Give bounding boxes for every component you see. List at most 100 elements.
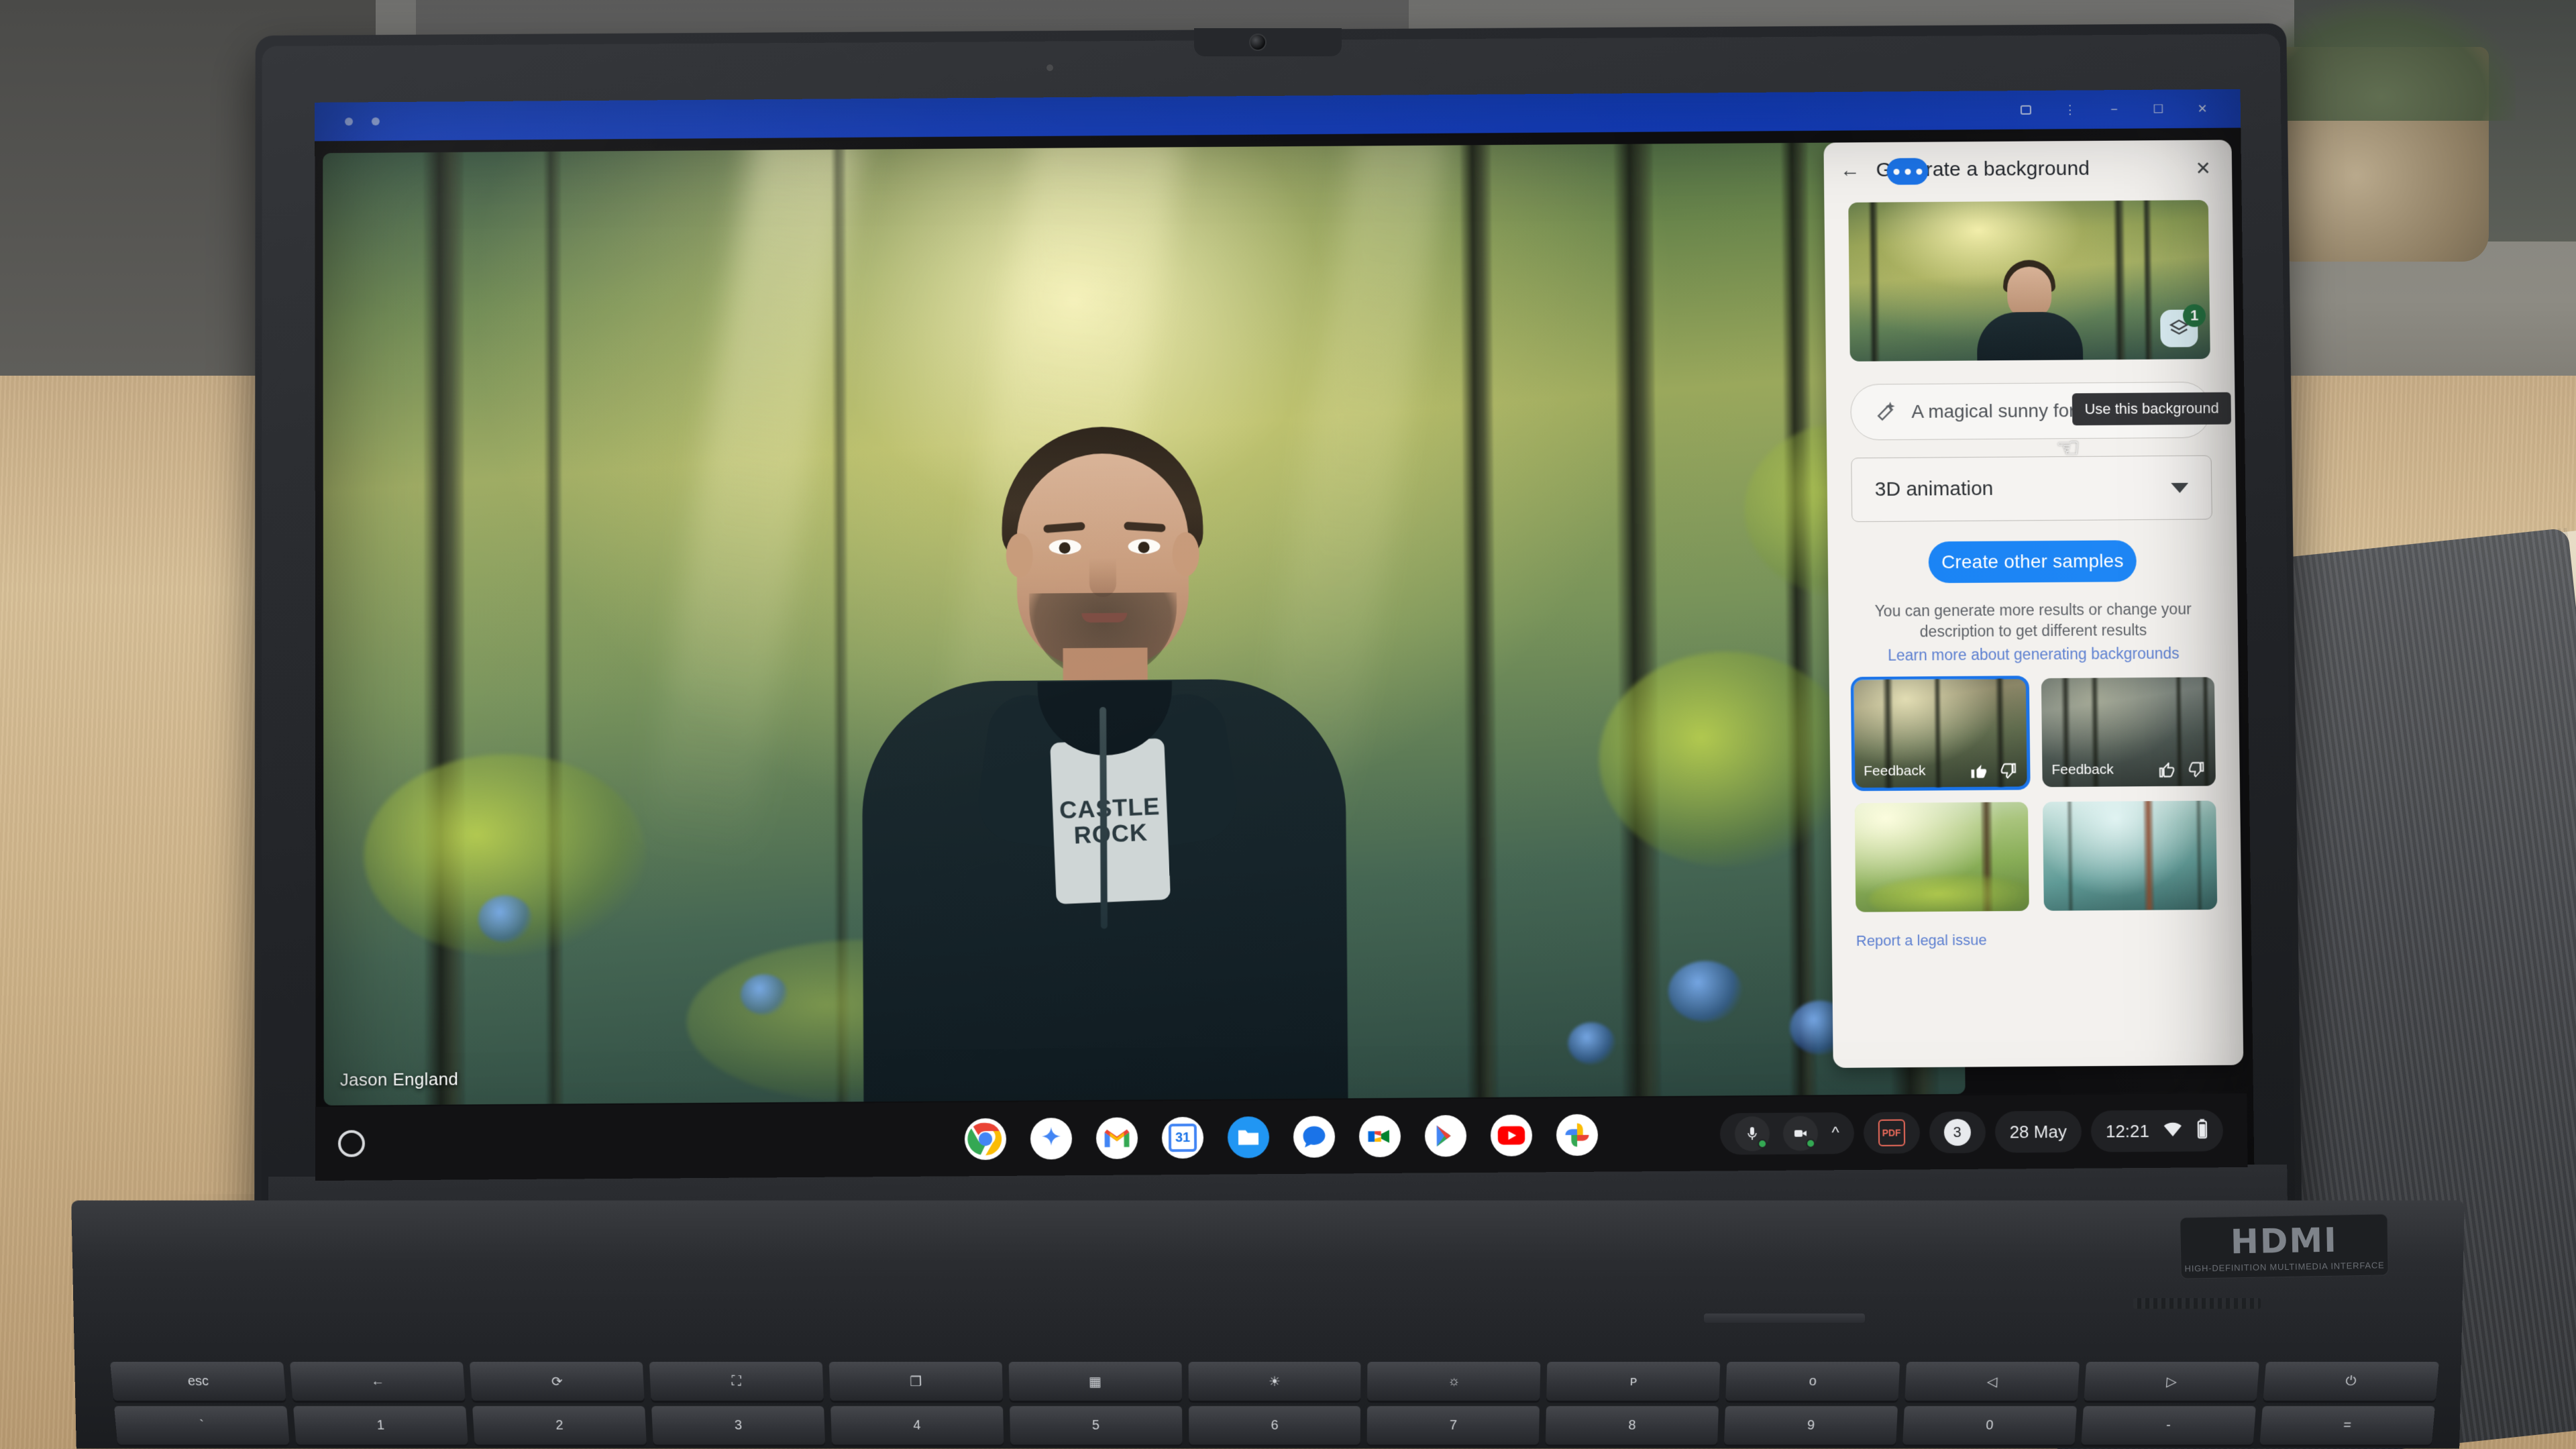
create-other-samples-button[interactable]: Create other samples bbox=[1929, 540, 2137, 583]
key-8[interactable]: 8 bbox=[1546, 1406, 1719, 1445]
shelf-item-gmail[interactable] bbox=[1096, 1118, 1138, 1159]
key-back[interactable]: ← bbox=[290, 1362, 465, 1401]
camera-icon[interactable] bbox=[1783, 1116, 1819, 1150]
shelf-item-gemini[interactable] bbox=[1030, 1118, 1072, 1159]
tray-time: 12:21 bbox=[2106, 1120, 2149, 1141]
close-icon[interactable]: ✕ bbox=[2195, 101, 2210, 116]
sample-thumbnail[interactable] bbox=[1855, 802, 2029, 912]
laptop: ⋮ − ☐ ✕ CASTLE ROCK Jason England ← Gene… bbox=[0, 0, 2576, 1449]
key-9[interactable]: 9 bbox=[1724, 1406, 1898, 1445]
back-arrow-icon[interactable]: ← bbox=[1839, 159, 1862, 182]
key-extra[interactable]: ▷ bbox=[2084, 1362, 2259, 1401]
key-mute[interactable]: ᴘ bbox=[1547, 1362, 1721, 1401]
date-pill[interactable]: 28 May bbox=[1994, 1111, 2082, 1153]
key-volume-up[interactable]: ◁ bbox=[1905, 1362, 2080, 1401]
pdf-indicator[interactable]: PDF bbox=[1863, 1112, 1920, 1154]
shelf-item-calendar[interactable]: 31 bbox=[1162, 1117, 1203, 1159]
keyboard[interactable]: esc ← ⟳ ⛶ ❐ ▦ ☀ ☼ ᴘ ᴏ ◁ ▷ ⏻ ` 1 2 3 4 5 … bbox=[110, 1362, 2439, 1448]
chevron-up-icon[interactable]: ^ bbox=[1831, 1124, 1839, 1142]
active-status-dot bbox=[1806, 1138, 1815, 1148]
meet-stage: CASTLE ROCK Jason England ← Generate a b… bbox=[315, 127, 2254, 1182]
battery-icon[interactable] bbox=[2196, 1118, 2208, 1143]
feedback-bar: Feedback bbox=[2042, 752, 2216, 787]
status-pill[interactable]: 12:21 bbox=[2090, 1110, 2223, 1152]
thumbs-down-icon[interactable] bbox=[2186, 759, 2206, 780]
shirt-graphic: CASTLE ROCK bbox=[1050, 738, 1171, 904]
key-fullscreen[interactable]: ⛶ bbox=[649, 1362, 824, 1401]
thumbs-up-icon[interactable] bbox=[1968, 761, 1988, 781]
key-screenshot[interactable]: ▦ bbox=[1008, 1362, 1181, 1401]
shelf-item-play-store[interactable] bbox=[1425, 1115, 1466, 1157]
camera-icon[interactable] bbox=[2019, 103, 2033, 117]
key-5[interactable]: 5 bbox=[1010, 1406, 1182, 1445]
key-volume-down[interactable]: ᴏ bbox=[1726, 1362, 1900, 1401]
shelf-item-youtube[interactable] bbox=[1491, 1114, 1533, 1156]
notifications-pill[interactable]: 3 bbox=[1929, 1112, 1986, 1154]
key-refresh[interactable]: ⟳ bbox=[470, 1362, 645, 1401]
report-legal-issue-link[interactable]: Report a legal issue bbox=[1856, 930, 2242, 950]
shirt-text-line2: ROCK bbox=[1073, 820, 1148, 848]
participant-video-person: CASTLE ROCK bbox=[780, 390, 1429, 1106]
key-esc[interactable]: esc bbox=[110, 1362, 286, 1401]
chevron-down-icon bbox=[2171, 482, 2188, 492]
shelf-item-files[interactable] bbox=[1228, 1116, 1269, 1158]
hdmi-logo-text: HDMI bbox=[2230, 1220, 2338, 1261]
key-minus[interactable]: - bbox=[2081, 1406, 2256, 1445]
keyboard-row-numbers: ` 1 2 3 4 5 6 7 8 9 0 - = bbox=[114, 1406, 2435, 1445]
maximize-icon[interactable]: ☐ bbox=[2151, 101, 2165, 116]
thumbs-up-icon[interactable] bbox=[2156, 759, 2176, 780]
av-controls-pill[interactable]: ^ bbox=[1720, 1112, 1854, 1155]
chromeos-shelf: 31 ^ PDF 3 28 May 12:21 bbox=[315, 1093, 2248, 1181]
generate-background-panel: ← Generate a background ✕ 1 A magical su… bbox=[1823, 140, 2243, 1067]
feedback-label: Feedback bbox=[1864, 763, 1959, 780]
learn-more-link[interactable]: Learn more about generating backgrounds bbox=[1860, 644, 2207, 665]
dot-icon bbox=[1916, 168, 1922, 174]
minimize-icon[interactable]: − bbox=[2106, 102, 2121, 117]
shelf-item-messages[interactable] bbox=[1293, 1116, 1335, 1157]
sample-thumbnail[interactable] bbox=[2043, 801, 2217, 911]
thumbs-down-icon[interactable] bbox=[1998, 761, 2018, 781]
key-3[interactable]: 3 bbox=[651, 1406, 825, 1445]
preview-badge[interactable]: 1 bbox=[2160, 309, 2204, 352]
video-tile-self[interactable]: CASTLE ROCK Jason England bbox=[323, 142, 1965, 1106]
active-status-dot bbox=[1758, 1139, 1767, 1148]
key-backtick[interactable]: ` bbox=[114, 1406, 289, 1445]
shelf-item-photos[interactable] bbox=[1556, 1114, 1599, 1156]
window-app-icon bbox=[341, 114, 356, 129]
wifi-icon[interactable] bbox=[2163, 1120, 2183, 1142]
hdmi-sub-text: HIGH-DEFINITION MULTIMEDIA INTERFACE bbox=[2184, 1260, 2384, 1273]
style-dropdown-value: 3D animation bbox=[1875, 476, 2171, 501]
key-4[interactable]: 4 bbox=[830, 1406, 1004, 1445]
shelf-item-meet[interactable] bbox=[1359, 1116, 1401, 1157]
laptop-screen: ⋮ − ☐ ✕ CASTLE ROCK Jason England ← Gene… bbox=[315, 89, 2254, 1183]
tray-date: 28 May bbox=[2009, 1121, 2067, 1142]
launcher-circle-icon[interactable] bbox=[338, 1130, 365, 1157]
key-brightness-down[interactable]: ☀ bbox=[1188, 1362, 1361, 1401]
key-1[interactable]: 1 bbox=[293, 1406, 468, 1445]
keyboard-row-function: esc ← ⟳ ⛶ ❐ ▦ ☀ ☼ ᴘ ᴏ ◁ ▷ ⏻ bbox=[110, 1362, 2439, 1401]
system-tray: ^ PDF 3 28 May 12:21 bbox=[1720, 1110, 2223, 1155]
panel-header: ← Generate a background ✕ bbox=[1823, 140, 2232, 199]
key-0[interactable]: 0 bbox=[1902, 1406, 2077, 1445]
key-brightness-up[interactable]: ☼ bbox=[1368, 1362, 1541, 1401]
key-6[interactable]: 6 bbox=[1189, 1406, 1361, 1445]
shelf-app-list: 31 bbox=[965, 1114, 1598, 1161]
style-dropdown[interactable]: 3D animation bbox=[1851, 455, 2212, 523]
key-7[interactable]: 7 bbox=[1367, 1406, 1540, 1445]
sample-thumbnail[interactable]: Feedback bbox=[2041, 677, 2216, 787]
overflow-menu-icon[interactable]: ⋮ bbox=[2063, 102, 2078, 117]
key-2[interactable]: 2 bbox=[472, 1406, 647, 1445]
sample-thumbnail[interactable]: Feedback bbox=[1854, 678, 2028, 788]
mouse-cursor-icon: ☜ bbox=[2056, 435, 2080, 464]
dot-icon bbox=[1893, 168, 1899, 174]
key-power[interactable]: ⏻ bbox=[2263, 1362, 2439, 1401]
microphone-icon[interactable] bbox=[1735, 1116, 1770, 1151]
notification-count-badge: 3 bbox=[1943, 1119, 1970, 1146]
key-overview[interactable]: ❐ bbox=[828, 1362, 1002, 1401]
deck-seam bbox=[1704, 1313, 1865, 1323]
shelf-item-chrome[interactable] bbox=[965, 1118, 1006, 1160]
tile-more-options-button[interactable] bbox=[1886, 158, 1928, 184]
pdf-file-icon: PDF bbox=[1878, 1120, 1904, 1146]
close-icon[interactable]: ✕ bbox=[2192, 156, 2214, 179]
key-equals[interactable]: = bbox=[2260, 1406, 2435, 1445]
